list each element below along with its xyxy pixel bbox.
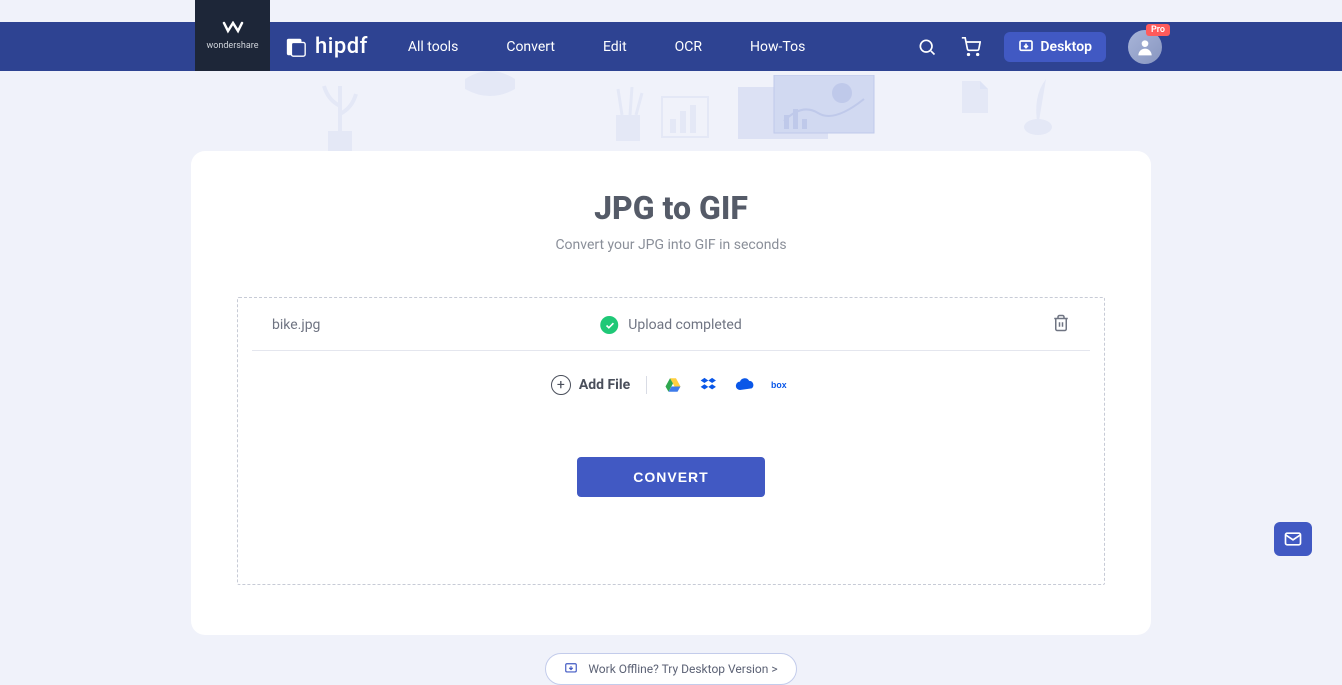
- main-card: JPG to GIF Convert your JPG into GIF in …: [191, 151, 1151, 635]
- wondershare-logo-block[interactable]: wondershare: [195, 0, 270, 71]
- svg-text:box: box: [771, 380, 787, 390]
- google-drive-icon[interactable]: [663, 375, 683, 395]
- search-icon[interactable]: [916, 36, 938, 58]
- nav-howtos[interactable]: How-Tos: [750, 39, 805, 55]
- nav-ocr[interactable]: OCR: [675, 39, 702, 55]
- wondershare-label: wondershare: [206, 41, 258, 51]
- cart-icon[interactable]: [960, 36, 982, 58]
- convert-button[interactable]: CONVERT: [577, 457, 764, 497]
- offline-pill[interactable]: Work Offline? Try Desktop Version >: [545, 653, 796, 685]
- onedrive-icon[interactable]: [735, 375, 755, 395]
- nav-all-tools[interactable]: All tools: [408, 39, 458, 55]
- box-icon[interactable]: box: [771, 375, 791, 395]
- document-icon: [960, 79, 990, 115]
- pro-badge: Pro: [1146, 24, 1170, 36]
- desktop-button-label: Desktop: [1040, 39, 1092, 55]
- add-file-row: + Add File box: [238, 351, 1104, 403]
- offline-label: Work Offline? Try Desktop Version >: [588, 662, 777, 676]
- add-file-label: Add File: [579, 377, 630, 393]
- plus-icon: +: [551, 375, 571, 395]
- dropbox-icon[interactable]: [699, 375, 719, 395]
- hero-decoration: [0, 71, 1342, 151]
- file-dropzone[interactable]: bike.jpg Upload completed + Add File: [237, 297, 1105, 585]
- main-nav: All tools Convert Edit OCR How-Tos: [408, 39, 805, 55]
- hipdf-logo[interactable]: hipdf: [285, 34, 368, 59]
- avatar-wrap: Pro: [1128, 30, 1162, 64]
- check-icon: [600, 316, 618, 334]
- delete-file-button[interactable]: [1052, 314, 1070, 336]
- file-status: Upload completed: [600, 316, 742, 334]
- page-subtitle: Convert your JPG into GIF in seconds: [237, 237, 1105, 253]
- status-text: Upload completed: [628, 317, 742, 333]
- desktop-button[interactable]: Desktop: [1004, 32, 1106, 62]
- wondershare-icon: [222, 20, 244, 39]
- hipdf-logo-text: hipdf: [315, 34, 368, 59]
- hipdf-logo-icon: [285, 36, 307, 58]
- header-right: Desktop Pro: [916, 30, 1162, 64]
- lamp-icon: [455, 71, 525, 111]
- nav-convert[interactable]: Convert: [506, 39, 555, 55]
- file-row: bike.jpg Upload completed: [252, 298, 1090, 351]
- add-file-button[interactable]: + Add File: [551, 375, 630, 395]
- main-header: wondershare hipdf All tools Convert Edit…: [0, 22, 1342, 71]
- nav-edit[interactable]: Edit: [603, 39, 627, 55]
- feedback-button[interactable]: [1274, 522, 1312, 556]
- divider: [646, 376, 647, 394]
- file-name: bike.jpg: [272, 317, 320, 333]
- page-title: JPG to GIF: [237, 189, 1105, 227]
